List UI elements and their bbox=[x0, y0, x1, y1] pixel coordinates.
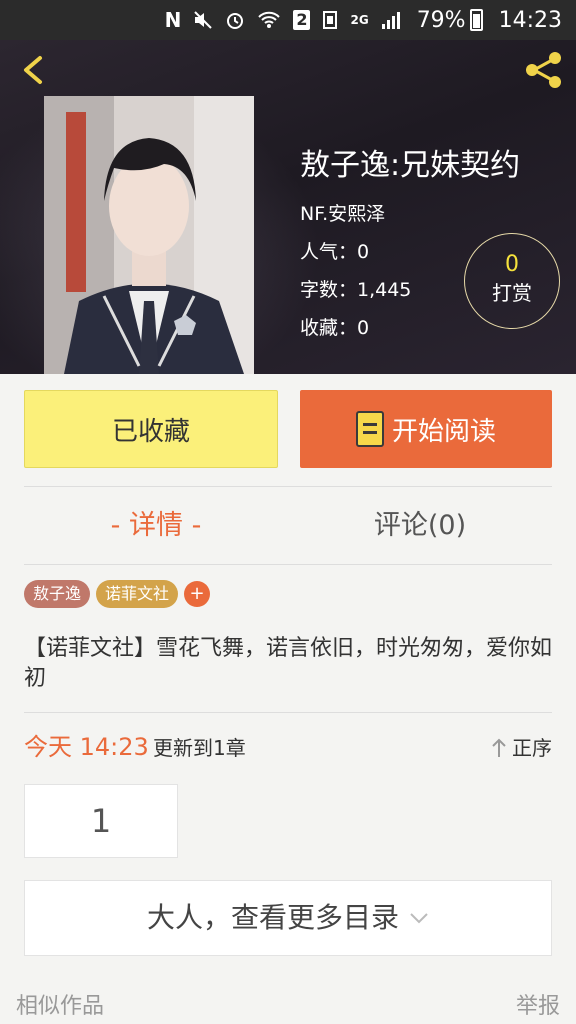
network-type: 2G bbox=[350, 13, 369, 27]
status-time: 14:23 bbox=[498, 7, 562, 33]
mute-icon bbox=[194, 11, 213, 29]
tag-item[interactable]: 敖子逸 bbox=[24, 580, 91, 608]
tab-comment[interactable]: 评论(0) bbox=[288, 504, 552, 548]
divider bbox=[24, 486, 552, 487]
share-icon bbox=[526, 52, 561, 88]
sort-order-label: 正序 bbox=[512, 736, 552, 760]
collected-button[interactable]: 已收藏 bbox=[24, 390, 278, 468]
battery-percent: 79% bbox=[416, 7, 466, 33]
book-author[interactable]: NF.安熙泽 bbox=[300, 202, 520, 226]
sim-icon: 2 bbox=[293, 10, 311, 30]
tip-count: 0 bbox=[505, 252, 519, 277]
more-catalog-label: 大人，查看更多目录 bbox=[146, 901, 399, 934]
add-tag-button[interactable]: + bbox=[184, 581, 211, 607]
update-time: 今天 14:23 bbox=[24, 733, 149, 761]
tip-label: 打赏 bbox=[492, 281, 532, 305]
book-icon bbox=[355, 411, 384, 447]
data-icon bbox=[323, 11, 338, 29]
nfc-icon: N bbox=[164, 8, 182, 32]
report-link[interactable]: 举报 bbox=[516, 990, 560, 1024]
divider bbox=[24, 564, 552, 565]
chapter-item[interactable]: 1 bbox=[24, 784, 178, 858]
wifi-icon bbox=[258, 11, 281, 28]
divider bbox=[24, 712, 552, 713]
back-button[interactable] bbox=[14, 50, 54, 90]
share-button[interactable] bbox=[522, 48, 566, 92]
status-icons: N 2 2G bbox=[165, 8, 403, 32]
chevron-left-icon bbox=[24, 56, 42, 84]
book-header: 敖子逸:兄妹契约 NF.安熙泽 人气：0 字数：1,445 收藏：0 0 打赏 bbox=[0, 40, 576, 374]
tip-button[interactable]: 0 打赏 bbox=[464, 233, 560, 329]
start-reading-label: 开始阅读 bbox=[391, 416, 496, 447]
tab-detail[interactable]: - 详情 - bbox=[24, 504, 288, 548]
similar-works-heading: 相似作品 bbox=[16, 994, 105, 1019]
arrow-up-icon bbox=[492, 738, 506, 757]
battery-icon bbox=[469, 9, 483, 31]
book-title: 敖子逸:兄妹契约 bbox=[300, 148, 521, 183]
start-reading-button[interactable]: 开始阅读 bbox=[300, 390, 552, 468]
book-description: 【诺菲文社】雪花飞舞，诺言依旧，时光匆匆，爱你如初 bbox=[24, 636, 553, 691]
chevron-down-icon bbox=[410, 913, 428, 924]
book-cover[interactable] bbox=[44, 96, 254, 374]
battery-indicator: 79% bbox=[417, 8, 483, 33]
more-catalog-button[interactable]: 大人，查看更多目录 bbox=[24, 880, 552, 956]
tag-list: 敖子逸 诺菲文社 + bbox=[24, 580, 211, 608]
tag-item[interactable]: 诺菲文社 bbox=[96, 580, 179, 608]
sort-order-button[interactable]: 正序 bbox=[490, 734, 552, 762]
collected-label: 已收藏 bbox=[111, 416, 190, 447]
status-bar: N 2 2G 79% 14:23 bbox=[0, 0, 576, 40]
alarm-icon bbox=[227, 13, 244, 29]
signal-icon bbox=[381, 12, 400, 29]
update-status: 更新到1章 bbox=[153, 736, 246, 760]
cover-portrait-image bbox=[44, 96, 254, 374]
